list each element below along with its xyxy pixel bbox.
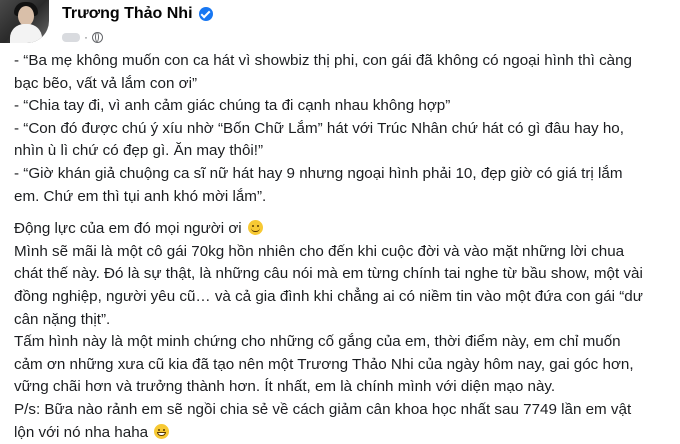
post-line: Tấm hình này là một minh chứng cho những… bbox=[14, 331, 674, 354]
post-line: - “Giờ khán giả chuộng ca sĩ nữ hát hay … bbox=[14, 163, 674, 186]
post-line: nhìn ù lì chứ có đẹp gì. Ăn may thôi!” bbox=[14, 140, 674, 163]
meta-separator: · bbox=[84, 30, 88, 44]
globe-icon[interactable] bbox=[92, 32, 103, 43]
post-line: - “Ba mẹ không muốn con ca hát vì showbi… bbox=[14, 50, 674, 73]
post-line: đồng nghiệp, người yêu cũ… và cả gia đìn… bbox=[14, 286, 674, 309]
author-name-link[interactable]: Trương Thảo Nhi bbox=[62, 5, 213, 23]
post-line: cảm ơn những xưa cũ kia đã tạo nên một T… bbox=[14, 354, 674, 377]
facebook-post: Trương Thảo Nhi · - “Ba mẹ không muốn co… bbox=[0, 0, 680, 412]
post-line: cân nặng thịt”. bbox=[14, 309, 674, 332]
post-line: - “Chia tay đi, vì anh cảm giác chúng ta… bbox=[14, 95, 674, 118]
post-line: lộn với nó nha haha bbox=[14, 422, 674, 444]
post-line: bạc bẽo, vất vả lắm con ơi” bbox=[14, 73, 674, 96]
post-line-text: Động lực của em đó mọi người ơi bbox=[14, 220, 242, 237]
post-body-text: - “Ba mẹ không muốn con ca hát vì showbi… bbox=[14, 50, 674, 444]
post-line: em. Chứ em thì tụi anh khó mời lắm”. bbox=[14, 186, 674, 209]
post-line: Động lực của em đó mọi người ơi bbox=[14, 218, 674, 241]
post-header: Trương Thảo Nhi · bbox=[0, 0, 680, 48]
post-line: chát thế này. Đó là sự thật, là những câ… bbox=[14, 263, 674, 286]
post-line: P/s: Bữa nào rảnh em sẽ ngồi chia sẻ về … bbox=[14, 399, 674, 422]
post-line: - “Con đó được chú ý xíu nhờ “Bốn Chữ Lắ… bbox=[14, 118, 674, 141]
post-meta: · bbox=[62, 30, 103, 44]
smiling-face-emoji bbox=[248, 220, 263, 235]
author-name[interactable]: Trương Thảo Nhi bbox=[62, 5, 193, 23]
author-avatar[interactable] bbox=[0, 0, 49, 43]
post-timestamp[interactable] bbox=[62, 33, 80, 42]
post-line-text: lộn với nó nha haha bbox=[14, 424, 148, 441]
post-line: Mình sẽ mãi là một cô gái 70kg hồn nhiên… bbox=[14, 241, 674, 264]
post-line: vững chãi hơn và trưởng thành hơn. Ít nh… bbox=[14, 376, 674, 399]
verified-badge-icon bbox=[199, 7, 213, 21]
grinning-face-emoji bbox=[154, 424, 169, 439]
